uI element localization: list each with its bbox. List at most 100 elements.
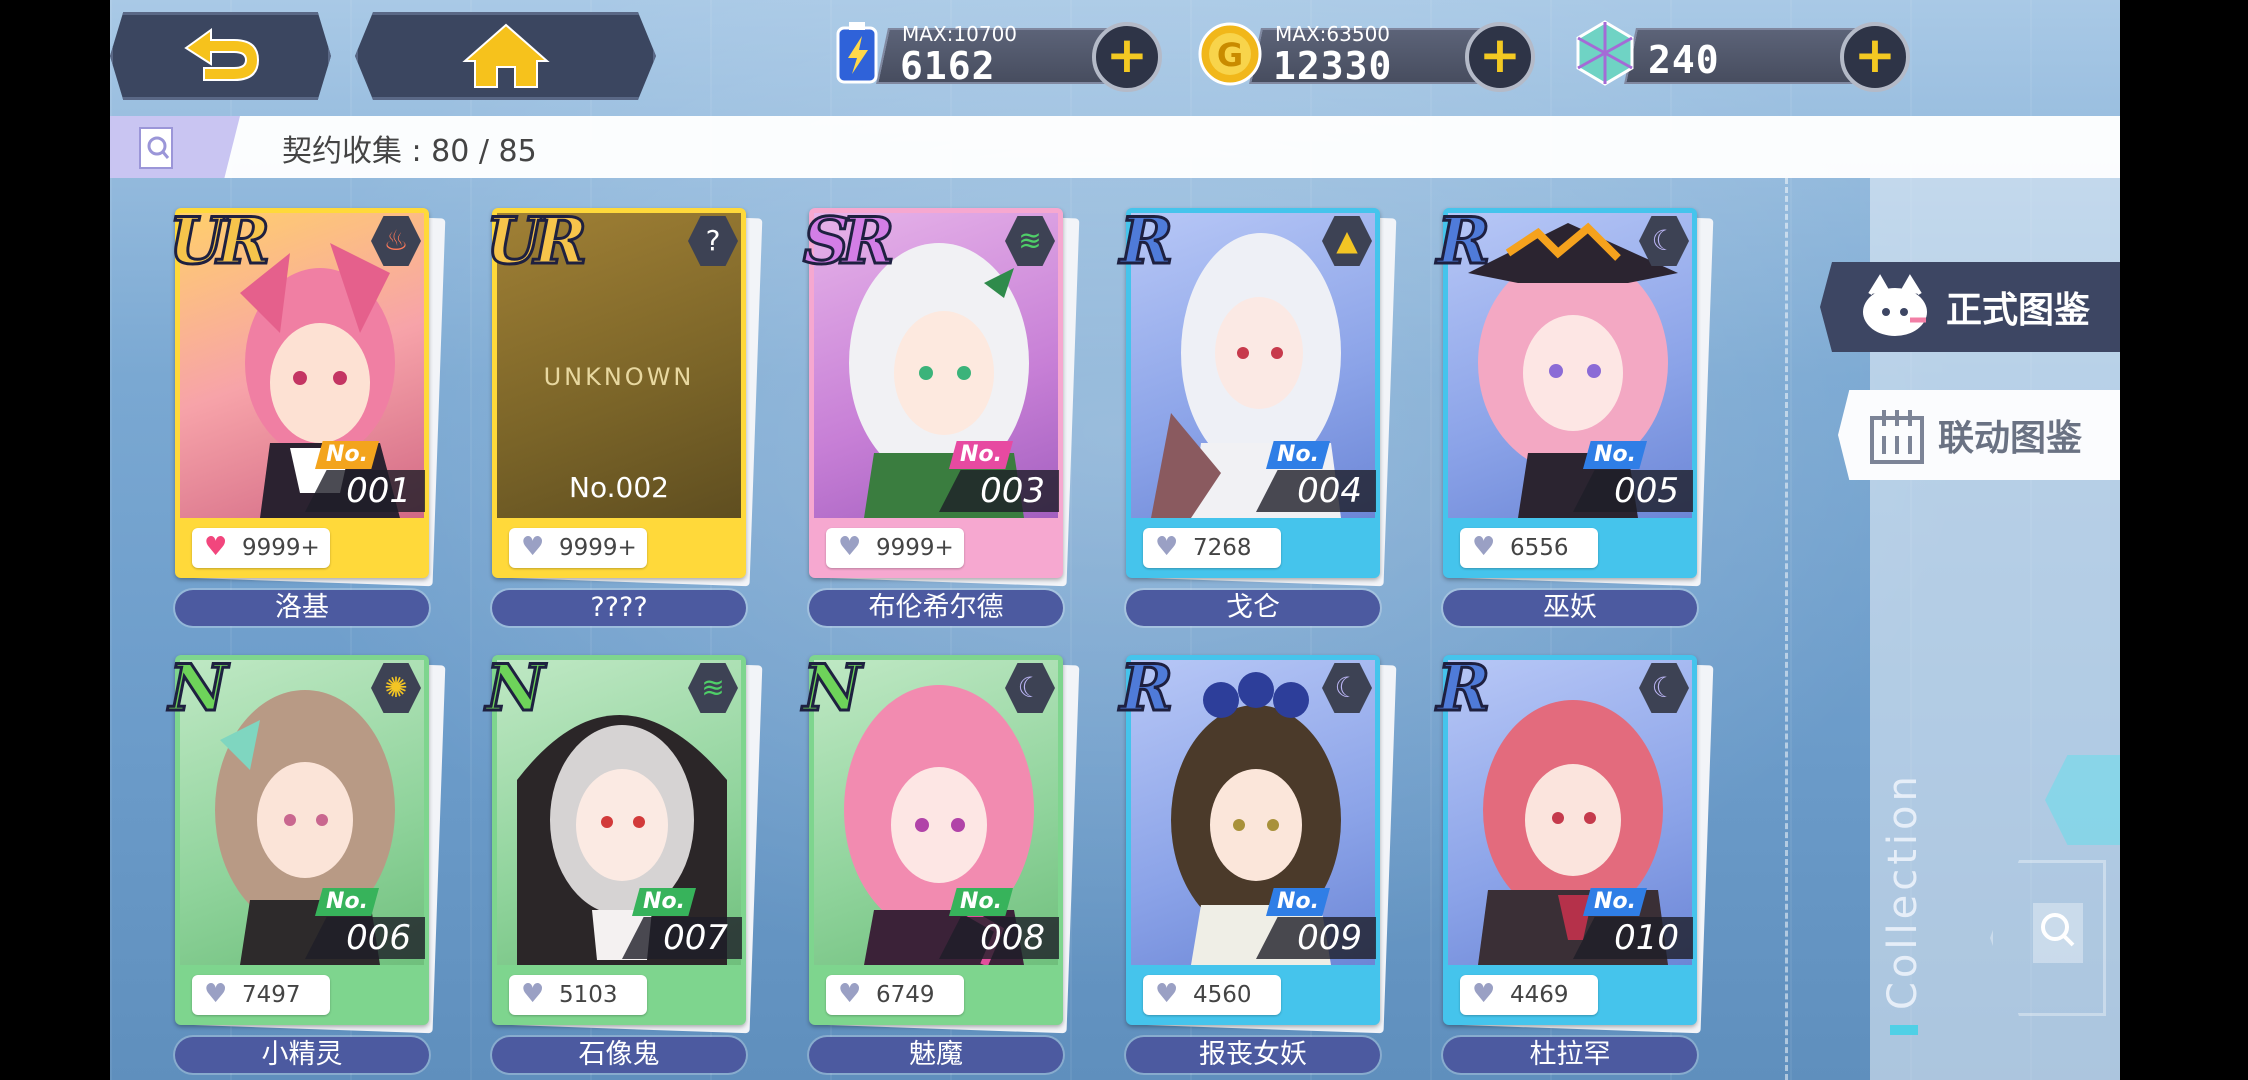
energy-add-button[interactable]: + xyxy=(1092,22,1162,92)
collection-count: 契约收集 : 80 / 85 xyxy=(282,134,537,169)
like-count: 6749 xyxy=(876,982,935,1008)
gold-max-value: 63500 xyxy=(1326,22,1391,46)
card-name: 洛基 xyxy=(175,590,429,626)
like-count: 4560 xyxy=(1193,982,1252,1008)
like-counter[interactable]: ♥ 7268 xyxy=(1143,528,1281,568)
like-counter[interactable]: ♥ 6556 xyxy=(1460,528,1598,568)
number-label: No. xyxy=(1266,888,1330,916)
number-label: No. xyxy=(949,441,1013,469)
unknown-number: No.002 xyxy=(569,471,669,504)
rarity-badge: N xyxy=(802,650,863,728)
gem-resource: 240 + xyxy=(1570,18,1910,92)
heart-icon: ♥ xyxy=(838,532,862,562)
number-label: No. xyxy=(949,888,1013,916)
heart-icon: ♥ xyxy=(1472,979,1496,1009)
number-label: No. xyxy=(1583,441,1647,469)
like-count: 5103 xyxy=(559,982,618,1008)
like-counter[interactable]: ♥ 4469 xyxy=(1460,975,1598,1015)
like-counter[interactable]: ♥ 6749 xyxy=(826,975,964,1015)
card-009[interactable]: R ☾ No. 009 ♥ 4560 xyxy=(1118,650,1397,1034)
collection-screen: MAX:10700 6162 + G MAX:63500 12330 + 240… xyxy=(110,0,2120,1080)
like-count: 9999+ xyxy=(559,535,637,561)
home-button[interactable] xyxy=(355,12,656,100)
rarity-badge: R xyxy=(1435,203,1491,281)
calendar-icon xyxy=(1870,410,1924,464)
rarity-badge: UR xyxy=(485,203,589,281)
card-name: 戈仑 xyxy=(1126,590,1380,626)
card-name: 报丧女妖 xyxy=(1126,1037,1380,1073)
heart-icon: ♥ xyxy=(204,532,228,562)
rarity-badge: R xyxy=(1118,203,1174,281)
card-name: 布伦希尔德 xyxy=(809,590,1063,626)
collection-icon-tab xyxy=(110,116,240,178)
card-name: 魅魔 xyxy=(809,1037,1063,1073)
album-search-icon xyxy=(139,127,173,169)
home-icon xyxy=(461,23,550,88)
like-counter[interactable]: ♥ 9999+ xyxy=(192,528,330,568)
mascot-icon xyxy=(1863,274,1927,336)
card-005[interactable]: R ☾ No. 005 ♥ 6556 xyxy=(1435,203,1714,587)
card-010[interactable]: R ☾ No. 010 ♥ 4469 xyxy=(1435,650,1714,1034)
like-count: 7268 xyxy=(1193,535,1252,561)
heart-icon: ♥ xyxy=(204,979,228,1009)
official-catalog-button[interactable]: 正式图鉴 xyxy=(1820,262,2120,352)
like-counter[interactable]: ♥ 9999+ xyxy=(509,528,647,568)
like-counter[interactable]: ♥ 7497 xyxy=(192,975,330,1015)
heart-icon: ♥ xyxy=(838,979,862,1009)
card-name: 杜拉罕 xyxy=(1443,1037,1697,1073)
heart-icon: ♥ xyxy=(1472,532,1496,562)
energy-max-label: MAX: xyxy=(902,22,954,46)
like-counter[interactable]: ♥ 4560 xyxy=(1143,975,1281,1015)
number-label: No. xyxy=(632,888,696,916)
gem-value: 240 xyxy=(1648,38,1720,82)
like-count: 4469 xyxy=(1510,982,1569,1008)
rarity-badge: UR xyxy=(168,203,272,281)
collab-catalog-label: 联动图鉴 xyxy=(1938,418,2083,459)
rarity-badge: R xyxy=(1435,650,1491,728)
energy-resource: MAX:10700 6162 + xyxy=(822,18,1162,92)
card-001[interactable]: UR ♨ No. 001 ♥ 9999+ xyxy=(168,203,446,587)
official-catalog-label: 正式图鉴 xyxy=(1946,290,2091,331)
collection-watermark: Collection xyxy=(1880,772,1926,1010)
like-count: 6556 xyxy=(1510,535,1569,561)
like-count: 7497 xyxy=(242,982,301,1008)
card-008[interactable]: N ☾ No. 008 ♥ 6749 xyxy=(802,650,1080,1034)
back-arrow-icon xyxy=(183,28,259,81)
divider xyxy=(1785,178,1788,1080)
card-007[interactable]: N ≋ No. 007 ♥ 5103 xyxy=(485,650,763,1034)
card-003[interactable]: SR ≋ No. 003 ♥ 9999+ xyxy=(801,203,1080,587)
card-name: ???? xyxy=(492,590,746,626)
card-name: 巫妖 xyxy=(1443,590,1697,626)
number-label: No. xyxy=(1266,441,1330,469)
collab-catalog-button[interactable]: 联动图鉴 xyxy=(1838,390,2120,480)
number-label: No. xyxy=(315,441,379,469)
gold-coin-icon: G xyxy=(1198,22,1262,86)
heart-icon: ♥ xyxy=(521,979,545,1009)
svg-text:G: G xyxy=(1217,36,1243,74)
back-button[interactable] xyxy=(110,12,331,100)
gold-resource: G MAX:63500 12330 + xyxy=(1195,18,1535,92)
heart-icon: ♥ xyxy=(1155,532,1179,562)
collection-accent xyxy=(1890,1025,1918,1035)
gold-max-label: MAX: xyxy=(1275,22,1327,46)
energy-value: 6162 xyxy=(900,44,996,88)
like-count: 9999+ xyxy=(876,535,954,561)
like-count: 9999+ xyxy=(242,535,320,561)
rarity-badge: N xyxy=(168,650,229,728)
card-004[interactable]: R ▲ No. 004 ♥ 7268 xyxy=(1118,203,1397,587)
card-006[interactable]: N ✺ No. 006 ♥ 7497 xyxy=(168,650,446,1034)
battery-icon xyxy=(836,22,878,84)
rarity-badge: SR xyxy=(801,203,895,281)
gem-add-button[interactable]: + xyxy=(1840,22,1910,92)
card-name: 小精灵 xyxy=(175,1037,429,1073)
number-label: No. xyxy=(315,888,379,916)
unknown-text: UNKNOWN xyxy=(543,363,695,391)
like-counter[interactable]: ♥ 9999+ xyxy=(826,528,964,568)
card-name: 石像鬼 xyxy=(492,1037,746,1073)
gold-add-button[interactable]: + xyxy=(1465,22,1535,92)
like-counter[interactable]: ♥ 5103 xyxy=(509,975,647,1015)
energy-max-value: 10700 xyxy=(953,22,1018,46)
heart-icon: ♥ xyxy=(521,532,545,562)
card-002-unknown[interactable]: UNKNOWN No.002 UR ? ♥ 9999+ xyxy=(485,203,763,587)
gem-icon xyxy=(1576,20,1634,86)
